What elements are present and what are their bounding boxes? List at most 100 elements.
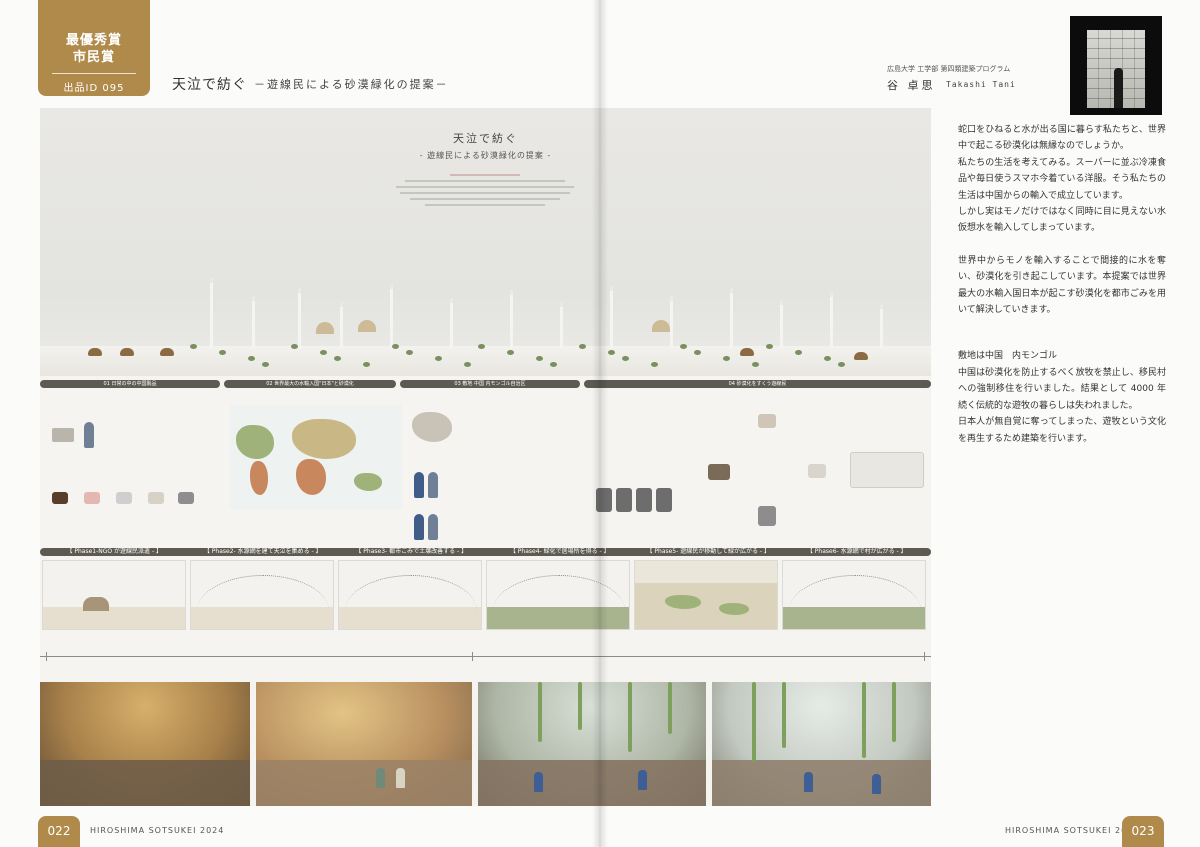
phase-labels: 【 Phase1-NGO が遊線民派遣 - 】 【 Phase2- 水源網を建て… [40, 548, 931, 556]
hero-shrub [651, 362, 658, 367]
map-south-america [250, 461, 268, 495]
family-figure [428, 514, 438, 540]
hero-pole [450, 298, 453, 348]
chicken-icon [116, 492, 132, 504]
hero-shrub [363, 362, 370, 367]
presentation-panel: 天泣で紡ぐ - 遊線民による砂漠緑化の提案 - 01 日常の中の中国製品 02 … [40, 108, 931, 806]
hero-pole [210, 278, 213, 348]
hero-shrub [838, 362, 845, 367]
page-number-right: 023 [1122, 816, 1164, 847]
body-text: 蛇口をひねると水が出る国に暮らす私たちと、世界中で起こる砂漠化は無縁なのでしょう… [958, 122, 1166, 447]
hero-pole [780, 300, 783, 348]
map-eurasia [292, 419, 356, 459]
section-diagrams [40, 392, 931, 546]
hero-pole [340, 302, 343, 348]
hero-shrub [334, 356, 341, 361]
phase-4-image [486, 560, 630, 630]
phase-5-label: 【 Phase5- 遊線民が移動して緑が広がる - 】 [646, 548, 770, 555]
hero-image: 天泣で紡ぐ - 遊線民による砂漠緑化の提案 - [40, 108, 931, 376]
award-title: 最優秀賞 [65, 33, 122, 48]
footer-event-left: HIROSHIMA SOTSUKEI 2024 [90, 826, 225, 835]
timeline-tick [472, 652, 473, 661]
hero-shrub [392, 344, 399, 349]
hero-shrub [723, 356, 730, 361]
body-paragraph-3: 敷地は中国 内モンゴル 中国は砂漠化を防止するべく放牧を禁止し、移民村への強制移… [958, 351, 1166, 444]
hero-tent [652, 320, 670, 332]
hero-shrub [608, 350, 615, 355]
entry-id: 出品ID 095 [63, 83, 125, 94]
phase-1-label: 【 Phase1-NGO が遊線民派遣 - 】 [66, 548, 163, 555]
timeline-tick [924, 652, 925, 661]
interior-render-4 [712, 682, 931, 806]
hero-pole [670, 296, 673, 348]
hero-shrub [190, 344, 197, 349]
hero-shrub [248, 356, 255, 361]
interior-render-1 [40, 682, 250, 806]
pig-icon [84, 492, 100, 504]
hero-shrub [464, 362, 471, 367]
hero-pole [610, 286, 613, 348]
hero-shrub [550, 362, 557, 367]
page-number-left: 022 [38, 816, 80, 847]
body-paragraph-2: 世界中からモノを輸入することで間接的に水を奪い、砂漠化を引き起こしています。本提… [958, 255, 1166, 316]
hero-camel [160, 348, 174, 356]
world-map [230, 405, 402, 509]
block-nomad-system [588, 392, 931, 546]
author-affiliation: 広島大学 工学部 第四類建築プログラム [887, 65, 1011, 73]
hero-shrub [291, 344, 298, 349]
section-header-04: 04 砂漠化をすくう遊線民 [728, 381, 787, 387]
hero-shrub [320, 350, 327, 355]
section-header-02: 02 世界最大の水輸入国"日本"と砂漠化 [266, 381, 354, 387]
body-paragraph-1: 蛇口をひねると水が出る国に暮らす私たちと、世界中で起こる砂漠化は無縁なのでしょう… [958, 125, 1166, 234]
family-figure [414, 472, 424, 498]
hero-camel [88, 348, 102, 356]
figure-person [84, 422, 94, 448]
hero-shrub [435, 356, 442, 361]
cycle-node [708, 464, 730, 480]
cow-icon [52, 492, 68, 504]
hero-tent [358, 320, 376, 332]
family-figure [414, 514, 424, 540]
magazine-spread: 最優秀賞 市民賞 出品ID 095 天泣で紡ぐ －遊線民による砂漠緑化の提案－ … [0, 0, 1200, 847]
grain-icon [148, 492, 164, 504]
cycle-node [808, 464, 826, 478]
hero-shrub [219, 350, 226, 355]
cycle-node [758, 414, 776, 428]
project-title: 天泣で紡ぐ [172, 77, 247, 93]
hero-shrub [478, 344, 485, 349]
section-bar-04: 04 砂漠化をすくう遊線民 [584, 380, 931, 388]
interior-renders [40, 682, 931, 806]
section-bar-02: 02 世界最大の水輸入国"日本"と砂漠化 [224, 380, 396, 388]
section-bar-01: 01 日常の中の中国製品 [40, 380, 220, 388]
hero-shrub [694, 350, 701, 355]
interior-render-2 [256, 682, 472, 806]
author-name-english: Takashi Tani [946, 80, 1016, 89]
hero-pole [252, 296, 255, 348]
section-header-01: 01 日常の中の中国製品 [103, 381, 157, 387]
product-icon [52, 428, 74, 442]
hero-body-lines [395, 170, 575, 210]
map-australia [354, 473, 382, 491]
award-divider [52, 73, 136, 74]
timeline-axis [40, 656, 931, 657]
footer-event-right: HIROSHIMA SOTSUKEI 2024 [1005, 826, 1140, 835]
hero-pole [390, 284, 393, 348]
map-africa [296, 459, 326, 495]
phase-6-image [782, 560, 926, 630]
photo-figure [1114, 68, 1123, 108]
hero-shrub [680, 344, 687, 349]
person-card [656, 488, 672, 512]
phase-3-image [338, 560, 482, 630]
phase-5-image [634, 560, 778, 630]
phase-4-label: 【 Phase4- 緑化で居場所を得る - 】 [509, 548, 610, 555]
person-card [636, 488, 652, 512]
award-badge: 最優秀賞 市民賞 出品ID 095 [38, 0, 150, 96]
hero-camel [854, 352, 868, 360]
phase-3-label: 【 Phase3- 都市ごみで土壌改善する - 】 [355, 548, 468, 555]
hero-pole [298, 288, 301, 348]
hero-camel [120, 348, 134, 356]
hero-camel [740, 348, 754, 356]
phase-6-label: 【 Phase6- 水源網で村が広がる - 】 [806, 548, 907, 555]
hero-shrub [579, 344, 586, 349]
hero-shrub [536, 356, 543, 361]
